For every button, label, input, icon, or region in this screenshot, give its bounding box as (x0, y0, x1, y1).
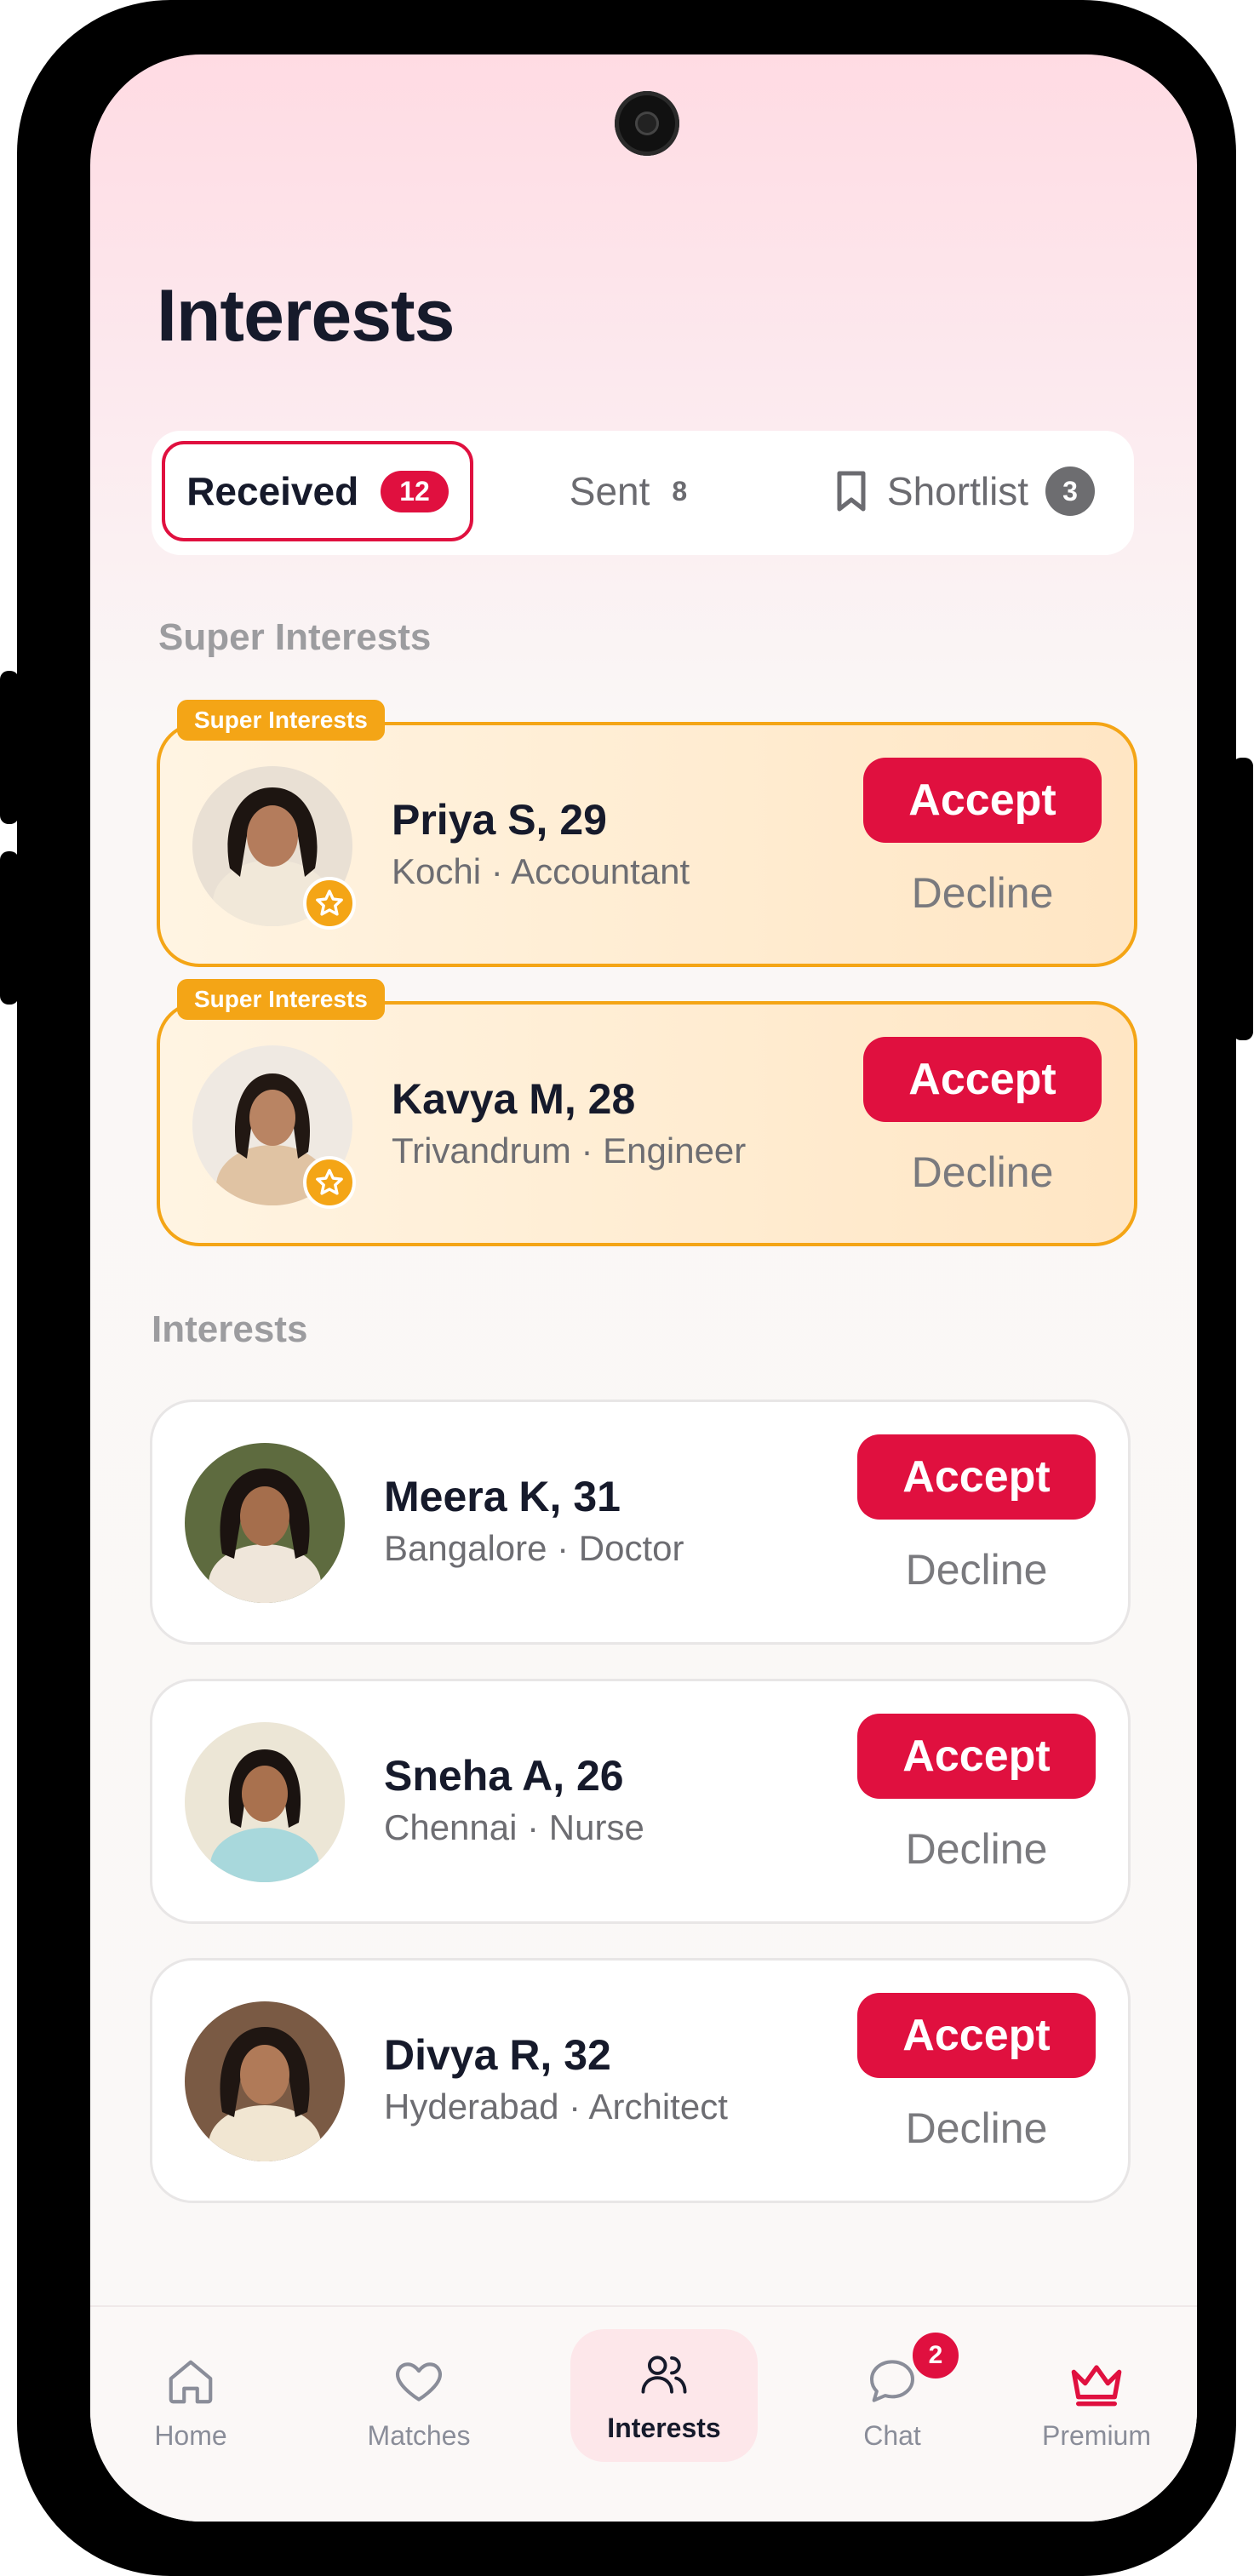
profile-meta: Kochi · Accountant (392, 851, 690, 891)
section-super-interests: Super Interests (158, 616, 432, 658)
decline-button[interactable]: Decline (857, 1531, 1096, 1608)
received-count-badge: 12 (381, 470, 449, 512)
super-interest-tag: Super Interests (177, 979, 385, 1020)
bookmark-icon (837, 471, 866, 512)
crown-icon (1071, 2365, 1122, 2407)
profile-name: Kavya M, 28 (392, 1075, 636, 1123)
super-interest-card[interactable]: Super Interests Priya S, 29 Kochi · Acco… (157, 700, 1137, 967)
decline-button[interactable]: Decline (857, 1811, 1096, 1887)
shortlist-count-badge: 3 (1045, 467, 1096, 516)
tab-shortlist[interactable]: Shortlist 3 (805, 441, 1122, 541)
tab-sent[interactable]: Sent 8 (526, 441, 730, 541)
bottom-nav: Home Matches Interests Chat 2 Premium (90, 2305, 1197, 2522)
accept-button[interactable]: Accept (863, 758, 1102, 843)
profile-meta: Bangalore · Doctor (384, 1528, 684, 1568)
nav-label: Interests (607, 2412, 721, 2443)
accept-button[interactable]: Accept (857, 1714, 1096, 1799)
profile-meta: Chennai · Nurse (384, 1807, 644, 1847)
accept-button[interactable]: Accept (863, 1037, 1102, 1122)
profile-meta: Hyderabad · Architect (384, 2087, 728, 2127)
interest-card[interactable]: Divya R, 32 Hyderabad · Architect Accept… (150, 1958, 1131, 2203)
tab-label: Sent (569, 469, 650, 513)
profile-name: Meera K, 31 (384, 1473, 621, 1520)
power-button (1233, 758, 1253, 1040)
section-interests: Interests (152, 1308, 308, 1350)
tab-label: Received (186, 469, 359, 513)
accept-button[interactable]: Accept (857, 1434, 1096, 1520)
volume-up-button (0, 671, 19, 824)
decline-button[interactable]: Decline (857, 2090, 1096, 2167)
profile-name: Sneha A, 26 (384, 1752, 624, 1800)
super-interest-card[interactable]: Super Interests Kavya M, 28 Trivandrum ·… (157, 979, 1137, 1246)
nav-interests[interactable]: Interests (570, 2329, 758, 2462)
interest-card[interactable]: Sneha A, 26 Chennai · Nurse Accept Decli… (150, 1679, 1131, 1924)
nav-label: Premium (1041, 2420, 1151, 2451)
decline-button[interactable]: Decline (863, 855, 1102, 931)
profile-name: Divya R, 32 (384, 2031, 611, 2079)
chat-unread-badge: 2 (909, 2329, 962, 2382)
sent-count: 8 (672, 475, 688, 507)
profile-meta: Trivandrum · Engineer (392, 1131, 747, 1171)
phone-frame: Interests Received 12 Sent 8 Shortlist 3… (0, 0, 1253, 2576)
super-star-icon (303, 1156, 356, 1209)
interest-card[interactable]: Meera K, 31 Bangalore · Doctor Accept De… (150, 1400, 1131, 1645)
super-interest-tag: Super Interests (177, 700, 385, 741)
avatar[interactable] (185, 1443, 345, 1603)
app-screen: Interests Received 12 Sent 8 Shortlist 3… (90, 54, 1197, 2522)
nav-chat[interactable]: Chat 2 (799, 2307, 986, 2452)
interest-tabs: Received 12 Sent 8 Shortlist 3 (152, 431, 1134, 555)
avatar[interactable] (185, 2001, 345, 2161)
tab-label: Shortlist (886, 469, 1029, 513)
nav-premium[interactable]: Premium (1003, 2307, 1190, 2452)
nav-label: Chat (863, 2420, 921, 2451)
accept-button[interactable]: Accept (857, 1993, 1096, 2078)
page-title: Interests (157, 275, 455, 357)
heart-icon (396, 2362, 442, 2401)
home-icon (169, 2360, 213, 2404)
nav-label: Home (154, 2420, 227, 2451)
front-camera (615, 91, 679, 156)
avatar[interactable] (185, 1722, 345, 1882)
super-star-icon (303, 877, 356, 930)
nav-home[interactable]: Home (97, 2307, 284, 2452)
users-icon (641, 2355, 687, 2394)
decline-button[interactable]: Decline (863, 1134, 1102, 1211)
nav-matches[interactable]: Matches (325, 2307, 512, 2452)
volume-down-button (0, 851, 19, 1005)
profile-name: Priya S, 29 (392, 796, 607, 844)
nav-label: Matches (367, 2420, 471, 2451)
tab-received[interactable]: Received 12 (162, 441, 473, 541)
